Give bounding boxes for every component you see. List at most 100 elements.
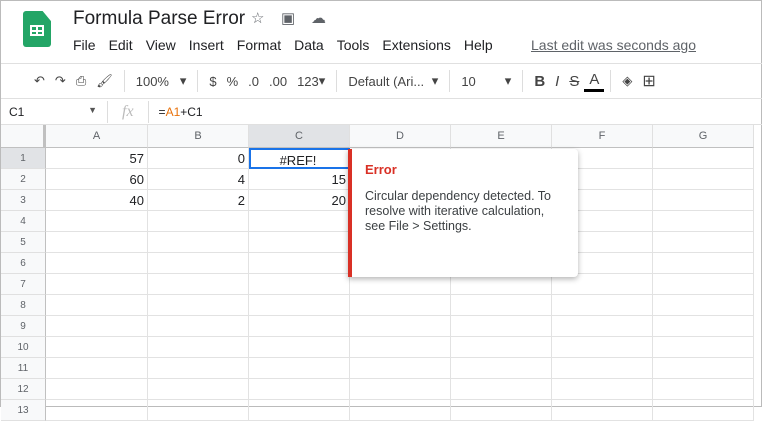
cell-b8[interactable] xyxy=(148,295,249,316)
cell-e8[interactable] xyxy=(451,295,552,316)
strikethrough-button[interactable]: S xyxy=(564,68,584,94)
cell-a12[interactable] xyxy=(46,379,148,400)
cell-f11[interactable] xyxy=(552,358,653,379)
cell-g4[interactable] xyxy=(653,211,754,232)
text-color-button[interactable]: A xyxy=(584,70,605,92)
cell-c11[interactable] xyxy=(249,358,350,379)
row-header-11[interactable]: 11 xyxy=(1,358,46,379)
cell-b4[interactable] xyxy=(148,211,249,232)
menu-format[interactable]: Format xyxy=(237,37,281,53)
cell-b10[interactable] xyxy=(148,337,249,358)
font-size-select[interactable]: 10 ▾ xyxy=(456,68,516,94)
star-icon[interactable]: ☆ xyxy=(251,9,264,27)
cell-d13[interactable] xyxy=(350,400,451,421)
paint-format-icon[interactable]: 🖌 xyxy=(91,68,118,94)
cell-e12[interactable] xyxy=(451,379,552,400)
row-header-13[interactable]: 13 xyxy=(1,400,46,421)
cell-a13[interactable] xyxy=(46,400,148,421)
row-header-8[interactable]: 8 xyxy=(1,295,46,316)
cell-d8[interactable] xyxy=(350,295,451,316)
row-header-3[interactable]: 3 xyxy=(1,190,46,211)
cell-d7[interactable] xyxy=(350,274,451,295)
cell-e13[interactable] xyxy=(451,400,552,421)
menu-help[interactable]: Help xyxy=(464,37,493,53)
cell-c8[interactable] xyxy=(249,295,350,316)
cell-g3[interactable] xyxy=(653,190,754,211)
currency-button[interactable]: $ xyxy=(204,68,221,94)
cell-c2[interactable]: 15 xyxy=(249,169,350,190)
cell-e11[interactable] xyxy=(451,358,552,379)
cell-b13[interactable] xyxy=(148,400,249,421)
row-header-10[interactable]: 10 xyxy=(1,337,46,358)
formula-input[interactable]: =A1+C1 xyxy=(155,105,203,119)
menu-insert[interactable]: Insert xyxy=(189,37,224,53)
cell-a7[interactable] xyxy=(46,274,148,295)
move-folder-icon[interactable]: ▣ xyxy=(281,9,295,27)
menu-file[interactable]: File xyxy=(73,37,96,53)
cell-g10[interactable] xyxy=(653,337,754,358)
cell-g2[interactable] xyxy=(653,169,754,190)
print-icon[interactable]: ⎙ xyxy=(71,68,91,94)
last-edit-link[interactable]: Last edit was seconds ago xyxy=(531,37,696,53)
column-header-c[interactable]: C xyxy=(249,125,350,148)
cell-e10[interactable] xyxy=(451,337,552,358)
cell-a11[interactable] xyxy=(46,358,148,379)
cell-c6[interactable] xyxy=(249,253,350,274)
row-header-12[interactable]: 12 xyxy=(1,379,46,400)
undo-icon[interactable]: ↶ xyxy=(29,68,50,94)
cell-f10[interactable] xyxy=(552,337,653,358)
cell-c12[interactable] xyxy=(249,379,350,400)
menu-edit[interactable]: Edit xyxy=(109,37,133,53)
row-header-5[interactable]: 5 xyxy=(1,232,46,253)
increase-decimal-button[interactable]: .00 xyxy=(264,68,292,94)
cell-c9[interactable] xyxy=(249,316,350,337)
cell-c10[interactable] xyxy=(249,337,350,358)
cell-a5[interactable] xyxy=(46,232,148,253)
cell-a2[interactable]: 60 xyxy=(46,169,148,190)
row-header-4[interactable]: 4 xyxy=(1,211,46,232)
cell-c5[interactable] xyxy=(249,232,350,253)
row-header-9[interactable]: 9 xyxy=(1,316,46,337)
bold-button[interactable]: B xyxy=(529,68,550,94)
cell-d10[interactable] xyxy=(350,337,451,358)
cell-b6[interactable] xyxy=(148,253,249,274)
cell-b7[interactable] xyxy=(148,274,249,295)
cell-a1[interactable]: 57 xyxy=(46,148,148,169)
row-header-1[interactable]: 1 xyxy=(1,148,46,169)
cell-b9[interactable] xyxy=(148,316,249,337)
cell-g13[interactable] xyxy=(653,400,754,421)
cell-f7[interactable] xyxy=(552,274,653,295)
cell-f8[interactable] xyxy=(552,295,653,316)
redo-icon[interactable]: ↷ xyxy=(50,68,71,94)
name-box[interactable]: C1 ▼ xyxy=(1,105,101,119)
cell-g11[interactable] xyxy=(653,358,754,379)
cloud-status-icon[interactable]: ☁ xyxy=(311,9,326,27)
row-header-2[interactable]: 2 xyxy=(1,169,46,190)
cell-c1[interactable]: #REF! xyxy=(249,148,350,169)
number-format-select[interactable]: 123 ▾ xyxy=(292,68,330,94)
cell-b11[interactable] xyxy=(148,358,249,379)
cell-g1[interactable] xyxy=(653,148,754,169)
row-header-7[interactable]: 7 xyxy=(1,274,46,295)
cell-b1[interactable]: 0 xyxy=(148,148,249,169)
column-header-f[interactable]: F xyxy=(552,125,653,148)
decrease-decimal-button[interactable]: .0 xyxy=(243,68,264,94)
cell-g6[interactable] xyxy=(653,253,754,274)
row-header-6[interactable]: 6 xyxy=(1,253,46,274)
cell-a10[interactable] xyxy=(46,337,148,358)
menu-extensions[interactable]: Extensions xyxy=(382,37,450,53)
cell-c13[interactable] xyxy=(249,400,350,421)
column-header-a[interactable]: A xyxy=(46,125,148,148)
cell-f13[interactable] xyxy=(552,400,653,421)
cell-a8[interactable] xyxy=(46,295,148,316)
cell-c7[interactable] xyxy=(249,274,350,295)
cell-b2[interactable]: 4 xyxy=(148,169,249,190)
cell-b5[interactable] xyxy=(148,232,249,253)
cell-g5[interactable] xyxy=(653,232,754,253)
cell-c3[interactable]: 20 xyxy=(249,190,350,211)
column-header-e[interactable]: E xyxy=(451,125,552,148)
menu-view[interactable]: View xyxy=(146,37,176,53)
cell-g8[interactable] xyxy=(653,295,754,316)
column-header-g[interactable]: G xyxy=(653,125,754,148)
column-header-d[interactable]: D xyxy=(350,125,451,148)
